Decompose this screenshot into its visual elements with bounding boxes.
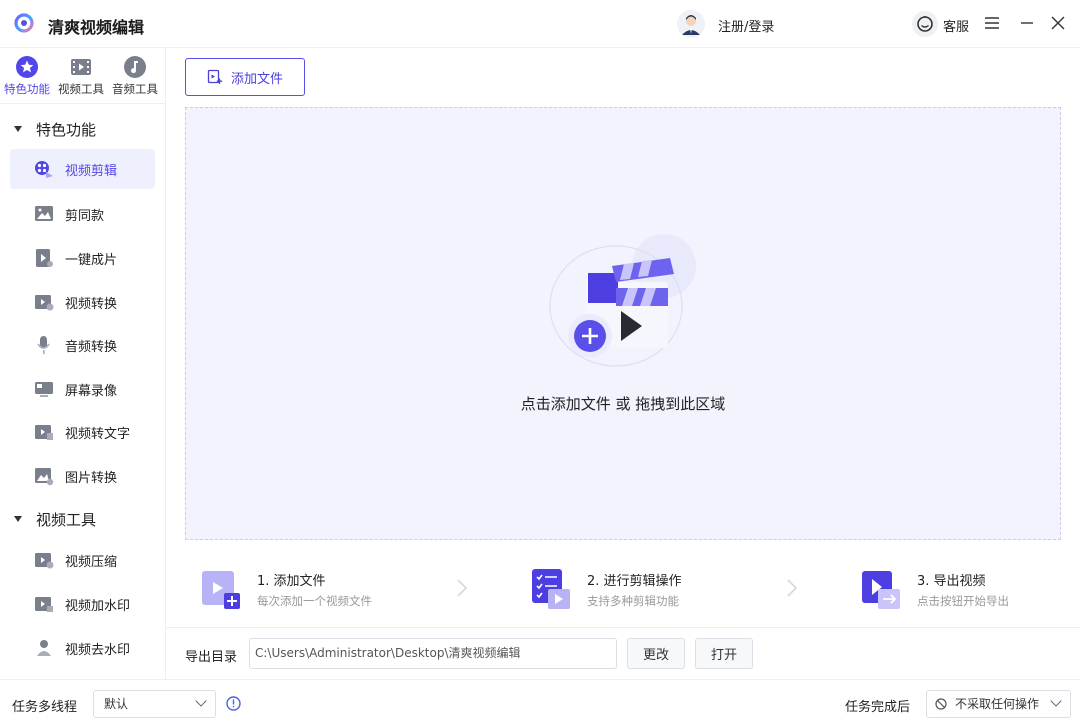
step-add-file: 1. 添加文件 每次添加一个视频文件	[200, 565, 450, 615]
chevron-down-icon	[195, 695, 207, 707]
bottom-bar: 任务多线程 默认 任务完成后 不采取任何操作	[0, 679, 1080, 727]
change-directory-button[interactable]: 更改	[627, 638, 685, 669]
drop-zone-hint: 点击添加文件 或 拖拽到此区域	[520, 395, 726, 413]
after-complete-select[interactable]: 不采取任何操作	[926, 690, 1071, 718]
tab-video-tools[interactable]: 视频工具	[54, 56, 108, 100]
file-drop-zone[interactable]: 点击添加文件 或 拖拽到此区域	[185, 107, 1061, 540]
user-avatar-icon[interactable]	[677, 10, 705, 38]
sidebar-item-image-convert[interactable]: 图片转换	[10, 456, 155, 496]
after-complete-label: 任务完成后	[845, 700, 911, 715]
export-step-icon	[862, 571, 900, 609]
sidebar-item-screen-record[interactable]: 屏幕录像	[10, 369, 155, 409]
menu-icon[interactable]	[981, 12, 1003, 34]
close-icon[interactable]	[1047, 12, 1069, 34]
sidebar-top-tabs: 特色功能 视频工具 音频工具	[0, 48, 165, 104]
group-video-tools-header[interactable]: 视频工具	[14, 508, 96, 530]
chevron-down-icon	[1050, 695, 1062, 707]
thread-label: 任务多线程	[12, 700, 78, 715]
customer-service-label[interactable]: 客服	[943, 16, 969, 35]
sidebar: 特色功能 视频工具 音频工具 特色功能 视频剪辑 剪同款 一键成片 视频转换 音…	[0, 48, 166, 679]
customer-service-icon[interactable]	[912, 11, 938, 37]
step-export: 3. 导出视频 点击按钮开始导出	[860, 565, 1060, 615]
clapperboard-illustration-icon	[549, 234, 696, 367]
remove-watermark-icon	[37, 640, 51, 656]
sidebar-item-audio-convert[interactable]: 音频转换	[10, 325, 155, 365]
sidebar-item-video-watermark[interactable]: 视频加水印	[10, 584, 155, 624]
sidebar-item-remove-watermark[interactable]: 视频去水印	[10, 628, 155, 668]
sidebar-item-video-edit[interactable]: 视频剪辑	[10, 149, 155, 189]
add-file-button[interactable]: 添加文件	[185, 58, 305, 96]
video-convert-icon	[35, 295, 54, 311]
add-file-step-icon	[202, 571, 240, 609]
title-bar: 清爽视频编辑 注册/登录 客服	[0, 0, 1080, 48]
ban-icon	[935, 698, 947, 710]
sidebar-item-video-convert[interactable]: 视频转换	[10, 282, 155, 322]
sidebar-item-one-click-video[interactable]: 一键成片	[10, 238, 155, 278]
video-watermark-icon	[35, 597, 53, 612]
video-compress-icon	[35, 553, 54, 569]
tab-featured[interactable]: 特色功能	[0, 56, 54, 100]
play-doc-icon	[36, 249, 53, 267]
image-convert-icon	[35, 468, 54, 486]
tab-audio-tools[interactable]: 音频工具	[108, 56, 162, 100]
sidebar-item-video-compress[interactable]: 视频压缩	[10, 540, 155, 580]
step-edit: 2. 进行剪辑操作 支持多种剪辑功能	[530, 565, 780, 615]
screen-record-icon	[35, 382, 53, 397]
group-featured-header[interactable]: 特色功能	[14, 118, 96, 140]
music-icon	[124, 56, 146, 78]
chevron-right-icon	[787, 579, 798, 597]
thread-select[interactable]: 默认	[93, 690, 216, 718]
sidebar-item-template[interactable]: 剪同款	[10, 194, 155, 234]
star-icon	[16, 56, 38, 78]
info-icon[interactable]	[226, 696, 241, 711]
export-path-field[interactable]: C:\Users\Administrator\Desktop\清爽视频编辑	[249, 638, 617, 669]
microphone-icon	[37, 336, 50, 354]
open-directory-button[interactable]: 打开	[695, 638, 753, 669]
caret-down-icon	[14, 126, 22, 132]
film-icon	[71, 59, 91, 75]
app-title: 清爽视频编辑	[48, 18, 145, 37]
app-logo-icon	[14, 13, 34, 33]
export-directory-label: 导出目录	[185, 650, 238, 665]
sidebar-item-video-to-text[interactable]: 视频转文字	[10, 412, 155, 452]
minimize-icon[interactable]	[1016, 12, 1038, 34]
add-file-icon	[207, 69, 223, 84]
image-icon	[35, 206, 53, 221]
export-directory-row: 导出目录 C:\Users\Administrator\Desktop\清爽视频…	[166, 627, 1080, 679]
video-edit-icon	[35, 161, 53, 178]
caret-down-icon	[14, 516, 22, 522]
login-link[interactable]: 注册/登录	[718, 16, 774, 35]
video-text-icon	[35, 425, 53, 440]
chevron-right-icon	[457, 579, 468, 597]
edit-step-icon	[532, 569, 570, 609]
